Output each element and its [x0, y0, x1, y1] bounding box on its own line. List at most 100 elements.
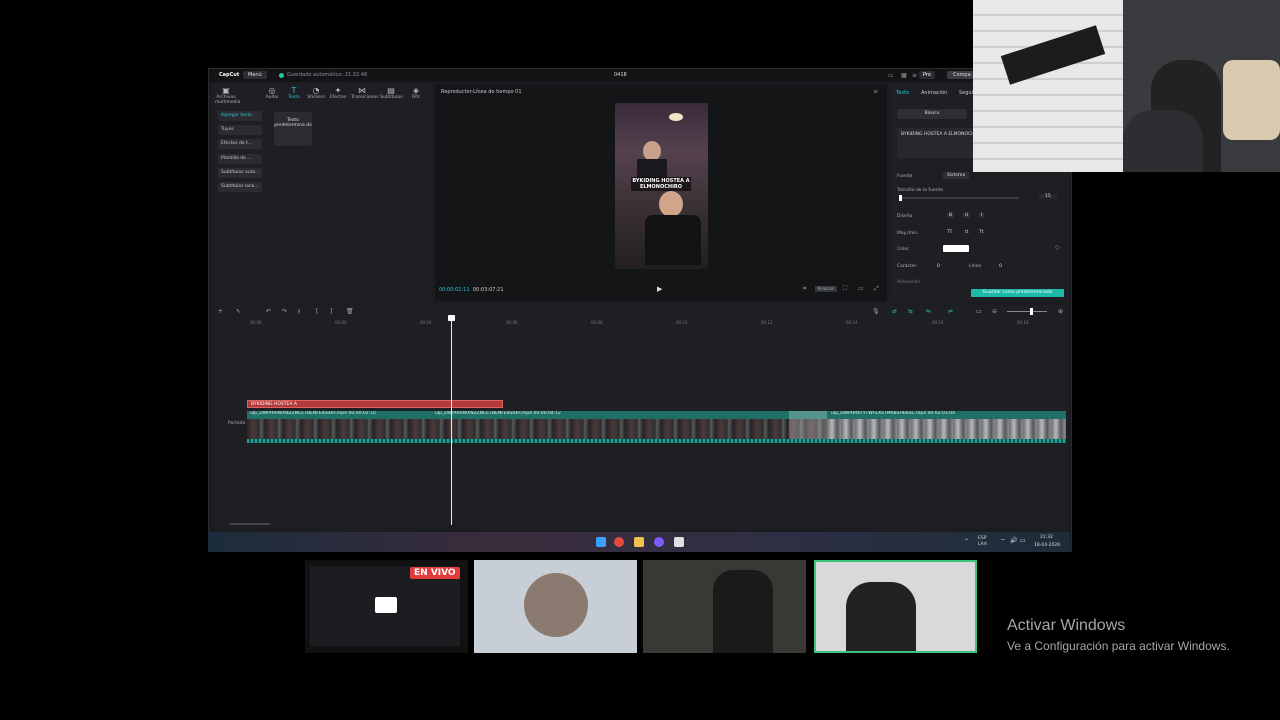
keyboard-lang[interactable]: ESP [978, 536, 986, 541]
font-select[interactable]: Sistema [943, 172, 970, 179]
thumb-camera-2[interactable] [643, 560, 806, 653]
zoom-out-icon[interactable]: ⊖ [992, 308, 997, 315]
audio-icon: ◎ [268, 86, 276, 95]
trim-right-icon[interactable]: ] [330, 308, 332, 315]
undo-icon[interactable]: ↶ [266, 308, 271, 315]
browser-icon[interactable] [614, 537, 624, 547]
cover-button[interactable]: Portada [228, 421, 245, 426]
fullscreen-icon[interactable]: ⤢ [874, 285, 879, 293]
menu-button[interactable]: Menú [243, 71, 267, 79]
tab-text-props[interactable]: Texto [896, 90, 909, 96]
font-size-slider[interactable] [899, 197, 1019, 199]
settings-icon[interactable]: ≡ [912, 72, 917, 79]
captions-icon[interactable]: ▭ [976, 308, 982, 315]
text-clip[interactable]: BYKIDING HOSTEA A [247, 400, 503, 408]
zoom-icon[interactable]: ▭ [858, 285, 864, 292]
case-label: May./min. [897, 231, 919, 236]
start-icon[interactable] [596, 537, 606, 547]
tab-filters[interactable]: ◈ Filtr [405, 87, 427, 101]
ceiling-lamp [669, 113, 683, 121]
thumb-avatar[interactable] [474, 560, 637, 653]
video-caption: BYKIDING HOSTEA A ELMONOCHIRO [631, 177, 691, 191]
default-text-card[interactable]: Texto predetermina do [274, 112, 312, 146]
text-effects-button[interactable]: Efectos de t... [218, 139, 262, 149]
magnet-icon[interactable]: ⇆ [908, 308, 913, 315]
bold-button[interactable]: B [947, 213, 955, 218]
clock-time[interactable]: 21:32 [1040, 535, 1053, 540]
ratio-button[interactable]: Relación [815, 286, 837, 292]
text-template-button[interactable]: Plantilla de ... [218, 154, 262, 164]
play-button[interactable]: ▶ [657, 285, 662, 293]
volume-icon[interactable]: 🔊 [1010, 537, 1017, 544]
folder-icon[interactable] [634, 537, 644, 547]
titlecase-button[interactable]: Tt [979, 230, 984, 235]
italic-button[interactable]: I [979, 213, 985, 218]
current-time: 00:00:02:11 [439, 287, 470, 293]
tab-transitions[interactable]: ⋈ Transiciones [351, 87, 379, 101]
video-track[interactable]: ulp_DWPHRIWXNZZNCE7BENFE4SIDH.mp4 00:00:… [247, 411, 1066, 443]
video-preview[interactable]: BYKIDING HOSTEA A ELMONOCHIRO [615, 103, 708, 269]
zoom-in-icon[interactable]: ⊕ [1058, 308, 1063, 315]
auto-subtitles-button[interactable]: Subtítulos auto... [218, 168, 262, 178]
color-swatch[interactable] [943, 245, 969, 252]
person-head-back [643, 141, 661, 161]
playhead[interactable] [451, 317, 452, 525]
trim-left-icon[interactable]: [ [316, 308, 318, 315]
tab-audio[interactable]: ◎ Audio [261, 86, 283, 101]
yours-button[interactable]: Tuyos [218, 125, 262, 135]
font-size-value[interactable]: 15 [1039, 194, 1057, 199]
capcut-taskbar-icon[interactable] [674, 537, 684, 547]
tab-label: Audio [265, 95, 279, 100]
select-icon[interactable]: ↖ [236, 308, 241, 315]
subtitles-icon: ▤ [387, 86, 395, 95]
split-icon[interactable]: ⫲ [298, 308, 300, 316]
char-spacing-value[interactable]: 0 [937, 264, 940, 269]
project-title[interactable]: 0418 [614, 72, 627, 78]
capcut-window: CapCut Menú Guardado automático: 21:32:4… [208, 68, 1072, 552]
underline-button[interactable]: U [963, 213, 971, 218]
shortcut-icon[interactable]: ▦ [901, 72, 907, 79]
media-panel: ▣ Archivos multimedia ◎ Audio T Texto ◔ Stic… [212, 84, 431, 301]
delete-icon[interactable]: 🗑 [346, 308, 354, 315]
basic-segment[interactable]: Básico [897, 109, 967, 119]
tab-stickers[interactable]: ◔ Stickers [305, 87, 327, 101]
screen-share-icon [375, 597, 397, 613]
tray-chevron-icon[interactable]: ⌃ [964, 538, 969, 545]
add-text-button[interactable]: Agregar texto [218, 111, 262, 121]
pro-button[interactable]: Pro [919, 71, 935, 79]
save-default-button[interactable]: Guardar como predeterminado [971, 289, 1064, 297]
slider-handle[interactable] [899, 195, 902, 201]
fit-icon[interactable]: ⛶ [843, 285, 847, 293]
playhead-handle[interactable] [448, 315, 455, 321]
tab-text[interactable]: T Texto [283, 87, 305, 101]
layout-icon[interactable]: ▭ [888, 72, 894, 79]
discord-icon[interactable] [654, 537, 664, 547]
ruler-tick: 00:12 [761, 320, 773, 325]
snap-icon[interactable]: ⇋ [926, 308, 931, 315]
redo-icon[interactable]: ↷ [282, 308, 287, 315]
line-spacing-value[interactable]: 0 [999, 264, 1002, 269]
uppercase-button[interactable]: TT [947, 230, 952, 235]
player-menu-icon[interactable]: ≡ [873, 88, 878, 95]
tab-effects[interactable]: ✦ Efectos [327, 87, 349, 101]
zoom-handle[interactable] [1030, 308, 1033, 315]
zoom-slider[interactable] [1007, 311, 1047, 312]
mic-icon[interactable]: 🎙 [872, 308, 880, 315]
add-icon[interactable]: + [218, 308, 223, 315]
tab-animation[interactable]: Animación [921, 90, 947, 96]
link-icon[interactable]: ⇄ [892, 308, 897, 315]
keyframe-icon[interactable]: ◇ [1055, 244, 1060, 251]
preview-axis-icon[interactable]: ⇌ [948, 308, 953, 315]
timeline-scrollbar[interactable] [230, 523, 270, 525]
thumb-camera-3[interactable] [814, 560, 977, 653]
lowercase-button[interactable]: tt [965, 230, 969, 235]
tab-media[interactable]: ▣ Archivos multimedia [215, 87, 241, 106]
app-logo: CapCut [219, 72, 240, 78]
local-subtitles-button[interactable]: Subtítulos loca... [218, 182, 262, 192]
network-icon[interactable]: ⌔ [1000, 537, 1006, 545]
participant-3 [846, 582, 916, 651]
tab-label: Stickers [307, 95, 325, 100]
crop-icon[interactable]: ⌗ [803, 285, 806, 293]
tab-subtitles[interactable]: ▤ Subtítulos [380, 86, 403, 101]
battery-icon[interactable]: ▭ [1020, 537, 1026, 544]
